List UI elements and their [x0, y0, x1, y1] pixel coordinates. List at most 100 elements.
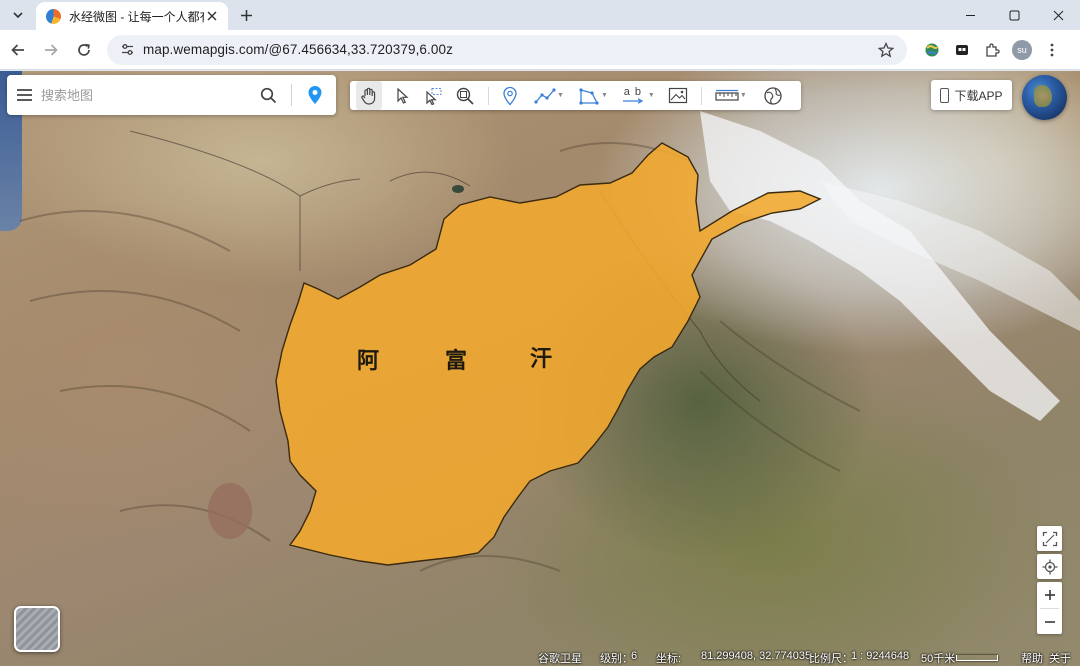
- profile-button[interactable]: su: [1007, 35, 1037, 65]
- map-status-bar: 谷歌卫星 级别： 6 坐标: 81.299408, 32.774035 比例尺：…: [0, 647, 1080, 666]
- earth-extension-icon: [925, 43, 939, 56]
- scale-bar-label: 50千米: [921, 653, 956, 665]
- search-button[interactable]: [251, 75, 285, 115]
- tab-search-button[interactable]: [4, 3, 32, 27]
- scale-bar: [956, 655, 998, 661]
- snow-caps: [700, 111, 1080, 421]
- cursor-icon: [397, 87, 409, 104]
- imagery-source: 谷歌卫星: [538, 653, 582, 665]
- map-tools-toolbar: ▼ ▼ a b ▼ ▼: [350, 81, 801, 110]
- caret-down-icon: ▼: [647, 92, 655, 99]
- region-label-char-1: 阿: [357, 348, 380, 373]
- image-tool-button[interactable]: [665, 81, 691, 110]
- forward-button[interactable]: [36, 35, 66, 65]
- new-tab-button[interactable]: [232, 2, 260, 28]
- maximize-button[interactable]: [992, 0, 1036, 30]
- ruler-icon: [715, 89, 739, 101]
- browser-tab-active[interactable]: 水经微图 - 让每一个人都有自己: [36, 2, 228, 30]
- close-icon: [1053, 10, 1063, 20]
- maximize-icon: [1009, 10, 1019, 20]
- help-link[interactable]: 帮助: [1021, 650, 1043, 666]
- map-canvas[interactable]: 阿 富 汗 ▼: [0, 71, 1080, 666]
- globe-mode-button[interactable]: [1022, 75, 1067, 120]
- close-window-button[interactable]: [1036, 0, 1080, 30]
- location-button[interactable]: [298, 75, 332, 115]
- app-extension-icon: [956, 44, 968, 55]
- line-tool-button[interactable]: ▼: [531, 81, 567, 110]
- search-divider: [291, 84, 292, 106]
- extension-app-button[interactable]: [947, 35, 977, 65]
- avatar: su: [1012, 39, 1032, 60]
- puzzle-icon: [986, 42, 1000, 57]
- toolbar-divider: [488, 86, 489, 105]
- reload-button[interactable]: [69, 35, 99, 65]
- zoom-out-button[interactable]: [1037, 609, 1062, 635]
- globe-view-button[interactable]: [760, 81, 786, 110]
- pan-tool-button[interactable]: [356, 81, 382, 110]
- locate-me-button[interactable]: [1037, 554, 1062, 579]
- fullscreen-icon: [1042, 531, 1057, 546]
- star-icon: [878, 41, 894, 58]
- bookmark-button[interactable]: [875, 41, 897, 58]
- browser-menu-button[interactable]: [1037, 35, 1067, 65]
- window-controls: [948, 0, 1080, 30]
- toolbar-divider: [700, 86, 702, 105]
- map-search-box: [7, 75, 336, 115]
- region-label-char-2: 富: [445, 348, 468, 373]
- label-tool-text: a b: [623, 86, 643, 98]
- box-select-tool-button[interactable]: [420, 81, 446, 110]
- fullscreen-button[interactable]: [1037, 526, 1062, 551]
- arrow-right-icon: [622, 98, 644, 104]
- caret-down-icon: ▼: [739, 92, 747, 99]
- lake: [452, 185, 464, 193]
- browser-tab-bar: 水经微图 - 让每一个人都有自己: [0, 0, 1080, 30]
- map-pin-icon: [503, 86, 517, 105]
- marker-tool-button[interactable]: [499, 81, 521, 110]
- crosshair-icon: [1042, 559, 1057, 574]
- zoom-level-label: 级别：: [600, 653, 633, 665]
- caret-down-icon: ▼: [557, 92, 564, 99]
- measure-tool-button[interactable]: ▼: [712, 81, 750, 110]
- zoom-search-icon: [456, 87, 474, 105]
- tune-icon: [121, 44, 133, 55]
- zoom-area-tool-button[interactable]: [452, 81, 478, 110]
- download-app-button[interactable]: 下载APP: [931, 80, 1012, 110]
- box-select-icon: [426, 87, 442, 105]
- download-app-label: 下载APP: [954, 88, 1003, 103]
- zoom-controls: [1037, 582, 1062, 634]
- extensions-area: su: [917, 35, 1067, 65]
- extension-earth-button[interactable]: [917, 35, 947, 65]
- hamburger-icon: [16, 89, 32, 101]
- text-label-tool-button[interactable]: a b: [619, 81, 647, 110]
- scale-label: 比例尺：: [809, 653, 853, 665]
- globe-icon: [764, 86, 782, 105]
- layer-switch-button[interactable]: [14, 606, 60, 652]
- select-tool-button[interactable]: [390, 81, 414, 110]
- zoom-in-button[interactable]: [1037, 582, 1062, 608]
- tab-close-button[interactable]: [204, 8, 220, 24]
- tab-title: 水经微图 - 让每一个人都有自己: [69, 9, 204, 24]
- back-button[interactable]: [3, 35, 33, 65]
- extensions-button[interactable]: [977, 35, 1007, 65]
- image-icon: [668, 87, 687, 104]
- arrow-left-icon: [11, 43, 24, 56]
- plus-icon: [240, 9, 252, 21]
- browser-toolbar: map.wemapgis.com/@67.456634,33.720379,6.…: [0, 30, 1080, 70]
- plus-icon: [1044, 590, 1055, 600]
- polyline-icon: [534, 87, 556, 104]
- location-pin-icon: [308, 86, 322, 104]
- phone-icon: [940, 87, 950, 103]
- about-link[interactable]: 关于: [1049, 650, 1071, 666]
- minimize-button[interactable]: [948, 0, 992, 30]
- search-input[interactable]: [41, 80, 251, 110]
- site-info-button[interactable]: [117, 40, 137, 60]
- coordinate-label: 坐标:: [656, 653, 682, 665]
- address-bar[interactable]: map.wemapgis.com/@67.456634,33.720379,6.…: [107, 34, 907, 65]
- region-label-char-3: 汗: [530, 346, 553, 371]
- reload-icon: [78, 43, 90, 56]
- polygon-tool-button[interactable]: ▼: [575, 81, 611, 110]
- search-icon: [260, 87, 276, 103]
- url-text[interactable]: map.wemapgis.com/@67.456634,33.720379,6.…: [143, 42, 875, 57]
- polygon-icon: [579, 87, 599, 105]
- menu-button[interactable]: [7, 75, 41, 115]
